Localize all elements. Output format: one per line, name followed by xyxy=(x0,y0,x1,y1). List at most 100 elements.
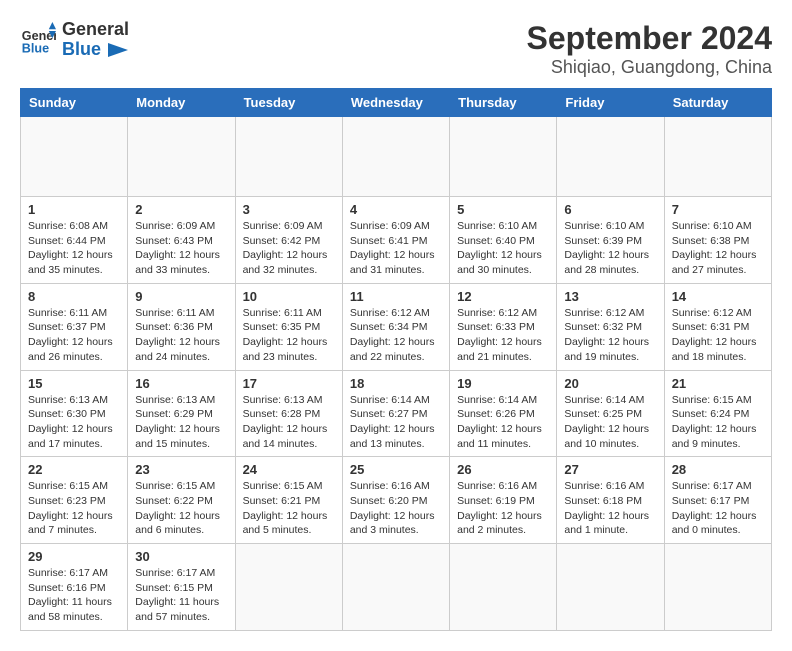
table-row: 1 Sunrise: 6:08 AMSunset: 6:44 PMDaylight… xyxy=(21,197,128,284)
table-row: 2 Sunrise: 6:09 AMSunset: 6:43 PMDaylight… xyxy=(128,197,235,284)
table-row xyxy=(128,117,235,197)
table-row: 11 Sunrise: 6:12 AMSunset: 6:34 PMDayligh… xyxy=(342,283,449,370)
table-row: 5Sunrise: 6:10 AMSunset: 6:40 PMDaylight… xyxy=(450,197,557,284)
day-info: Sunrise: 6:10 AMSunset: 6:39 PMDaylight:… xyxy=(564,219,656,278)
location-title: Shiqiao, Guangdong, China xyxy=(527,57,772,78)
day-info: Sunrise: 6:16 AMSunset: 6:20 PMDaylight:… xyxy=(350,479,442,538)
day-info: Sunrise: 6:09 AMSunset: 6:41 PMDaylight:… xyxy=(350,219,442,278)
table-row: 21Sunrise: 6:15 AMSunset: 6:24 PMDayligh… xyxy=(664,370,771,457)
col-thursday: Thursday xyxy=(450,89,557,117)
page-header: General Blue General Blue September 2024… xyxy=(20,20,772,78)
day-info: Sunrise: 6:15 AMSunset: 6:23 PMDaylight:… xyxy=(28,479,120,538)
day-number: 2 xyxy=(135,202,227,217)
table-row: 20 Sunrise: 6:14 AMSunset: 6:25 PMDayligh… xyxy=(557,370,664,457)
day-number: 14 xyxy=(672,289,764,304)
table-row xyxy=(450,544,557,631)
svg-text:Blue: Blue xyxy=(22,41,49,55)
day-number: 4 xyxy=(350,202,442,217)
table-row: 14 Sunrise: 6:12 AMSunset: 6:31 PMDayligh… xyxy=(664,283,771,370)
table-row: 24 Sunrise: 6:15 AMSunset: 6:21 PMDayligh… xyxy=(235,457,342,544)
table-row: 8Sunrise: 6:11 AMSunset: 6:37 PMDaylight… xyxy=(21,283,128,370)
table-row: 13 Sunrise: 6:12 AMSunset: 6:32 PMDayligh… xyxy=(557,283,664,370)
day-info: Sunrise: 6:12 AMSunset: 6:31 PMDaylight:… xyxy=(672,306,764,365)
title-block: September 2024 Shiqiao, Guangdong, China xyxy=(527,20,772,78)
table-row: 22 Sunrise: 6:15 AMSunset: 6:23 PMDayligh… xyxy=(21,457,128,544)
day-number: 24 xyxy=(243,462,335,477)
day-info: Sunrise: 6:12 AMSunset: 6:33 PMDaylight:… xyxy=(457,306,549,365)
day-number: 29 xyxy=(28,549,120,564)
col-saturday: Saturday xyxy=(664,89,771,117)
table-row: 18Sunrise: 6:14 AMSunset: 6:27 PMDayligh… xyxy=(342,370,449,457)
table-row xyxy=(21,117,128,197)
day-number: 17 xyxy=(243,376,335,391)
day-number: 1 xyxy=(28,202,120,217)
day-number: 22 xyxy=(28,462,120,477)
table-row: 25Sunrise: 6:16 AMSunset: 6:20 PMDayligh… xyxy=(342,457,449,544)
logo-arrow xyxy=(108,43,128,57)
day-info: Sunrise: 6:15 AMSunset: 6:21 PMDaylight:… xyxy=(243,479,335,538)
day-info: Sunrise: 6:14 AMSunset: 6:25 PMDaylight:… xyxy=(564,393,656,452)
col-sunday: Sunday xyxy=(21,89,128,117)
table-row: 16 Sunrise: 6:13 AMSunset: 6:29 PMDayligh… xyxy=(128,370,235,457)
table-row: 26Sunrise: 6:16 AMSunset: 6:19 PMDayligh… xyxy=(450,457,557,544)
calendar-header-row: Sunday Monday Tuesday Wednesday Thursday… xyxy=(21,89,772,117)
table-row: 17 Sunrise: 6:13 AMSunset: 6:28 PMDayligh… xyxy=(235,370,342,457)
day-info: Sunrise: 6:11 AMSunset: 6:37 PMDaylight:… xyxy=(28,306,120,365)
day-number: 28 xyxy=(672,462,764,477)
calendar-week-row: 22 Sunrise: 6:15 AMSunset: 6:23 PMDayligh… xyxy=(21,457,772,544)
day-info: Sunrise: 6:17 AMSunset: 6:15 PMDaylight:… xyxy=(135,566,227,625)
day-number: 9 xyxy=(135,289,227,304)
day-number: 26 xyxy=(457,462,549,477)
day-info: Sunrise: 6:12 AMSunset: 6:32 PMDaylight:… xyxy=(564,306,656,365)
day-number: 20 xyxy=(564,376,656,391)
day-info: Sunrise: 6:11 AMSunset: 6:36 PMDaylight:… xyxy=(135,306,227,365)
day-number: 30 xyxy=(135,549,227,564)
logo-general: General xyxy=(62,19,129,39)
day-number: 27 xyxy=(564,462,656,477)
col-tuesday: Tuesday xyxy=(235,89,342,117)
day-info: Sunrise: 6:12 AMSunset: 6:34 PMDaylight:… xyxy=(350,306,442,365)
day-info: Sunrise: 6:13 AMSunset: 6:30 PMDaylight:… xyxy=(28,393,120,452)
calendar-week-row: 29Sunrise: 6:17 AMSunset: 6:16 PMDayligh… xyxy=(21,544,772,631)
table-row xyxy=(342,117,449,197)
day-number: 13 xyxy=(564,289,656,304)
logo-blue: Blue xyxy=(62,39,101,59)
col-wednesday: Wednesday xyxy=(342,89,449,117)
col-monday: Monday xyxy=(128,89,235,117)
day-number: 6 xyxy=(564,202,656,217)
calendar-week-row xyxy=(21,117,772,197)
day-info: Sunrise: 6:13 AMSunset: 6:29 PMDaylight:… xyxy=(135,393,227,452)
day-info: Sunrise: 6:11 AMSunset: 6:35 PMDaylight:… xyxy=(243,306,335,365)
col-friday: Friday xyxy=(557,89,664,117)
day-number: 23 xyxy=(135,462,227,477)
table-row: 23 Sunrise: 6:15 AMSunset: 6:22 PMDayligh… xyxy=(128,457,235,544)
table-row: 29Sunrise: 6:17 AMSunset: 6:16 PMDayligh… xyxy=(21,544,128,631)
month-title: September 2024 xyxy=(527,20,772,57)
day-number: 15 xyxy=(28,376,120,391)
table-row: 12Sunrise: 6:12 AMSunset: 6:33 PMDayligh… xyxy=(450,283,557,370)
table-row: 15 Sunrise: 6:13 AMSunset: 6:30 PMDayligh… xyxy=(21,370,128,457)
day-info: Sunrise: 6:09 AMSunset: 6:43 PMDaylight:… xyxy=(135,219,227,278)
day-info: Sunrise: 6:17 AMSunset: 6:17 PMDaylight:… xyxy=(672,479,764,538)
day-info: Sunrise: 6:08 AMSunset: 6:44 PMDaylight:… xyxy=(28,219,120,278)
day-number: 3 xyxy=(243,202,335,217)
day-info: Sunrise: 6:14 AMSunset: 6:27 PMDaylight:… xyxy=(350,393,442,452)
day-info: Sunrise: 6:14 AMSunset: 6:26 PMDaylight:… xyxy=(457,393,549,452)
calendar-week-row: 8Sunrise: 6:11 AMSunset: 6:37 PMDaylight… xyxy=(21,283,772,370)
table-row: 9 Sunrise: 6:11 AMSunset: 6:36 PMDaylight… xyxy=(128,283,235,370)
day-number: 5 xyxy=(457,202,549,217)
day-info: Sunrise: 6:15 AMSunset: 6:22 PMDaylight:… xyxy=(135,479,227,538)
table-row xyxy=(235,117,342,197)
day-number: 21 xyxy=(672,376,764,391)
table-row: 4 Sunrise: 6:09 AMSunset: 6:41 PMDaylight… xyxy=(342,197,449,284)
calendar-week-row: 1 Sunrise: 6:08 AMSunset: 6:44 PMDaylight… xyxy=(21,197,772,284)
day-number: 11 xyxy=(350,289,442,304)
day-info: Sunrise: 6:13 AMSunset: 6:28 PMDaylight:… xyxy=(243,393,335,452)
day-number: 16 xyxy=(135,376,227,391)
table-row: 6 Sunrise: 6:10 AMSunset: 6:39 PMDaylight… xyxy=(557,197,664,284)
table-row: 28 Sunrise: 6:17 AMSunset: 6:17 PMDayligh… xyxy=(664,457,771,544)
table-row xyxy=(557,544,664,631)
table-row xyxy=(235,544,342,631)
table-row: 7Sunrise: 6:10 AMSunset: 6:38 PMDaylight… xyxy=(664,197,771,284)
table-row xyxy=(664,544,771,631)
